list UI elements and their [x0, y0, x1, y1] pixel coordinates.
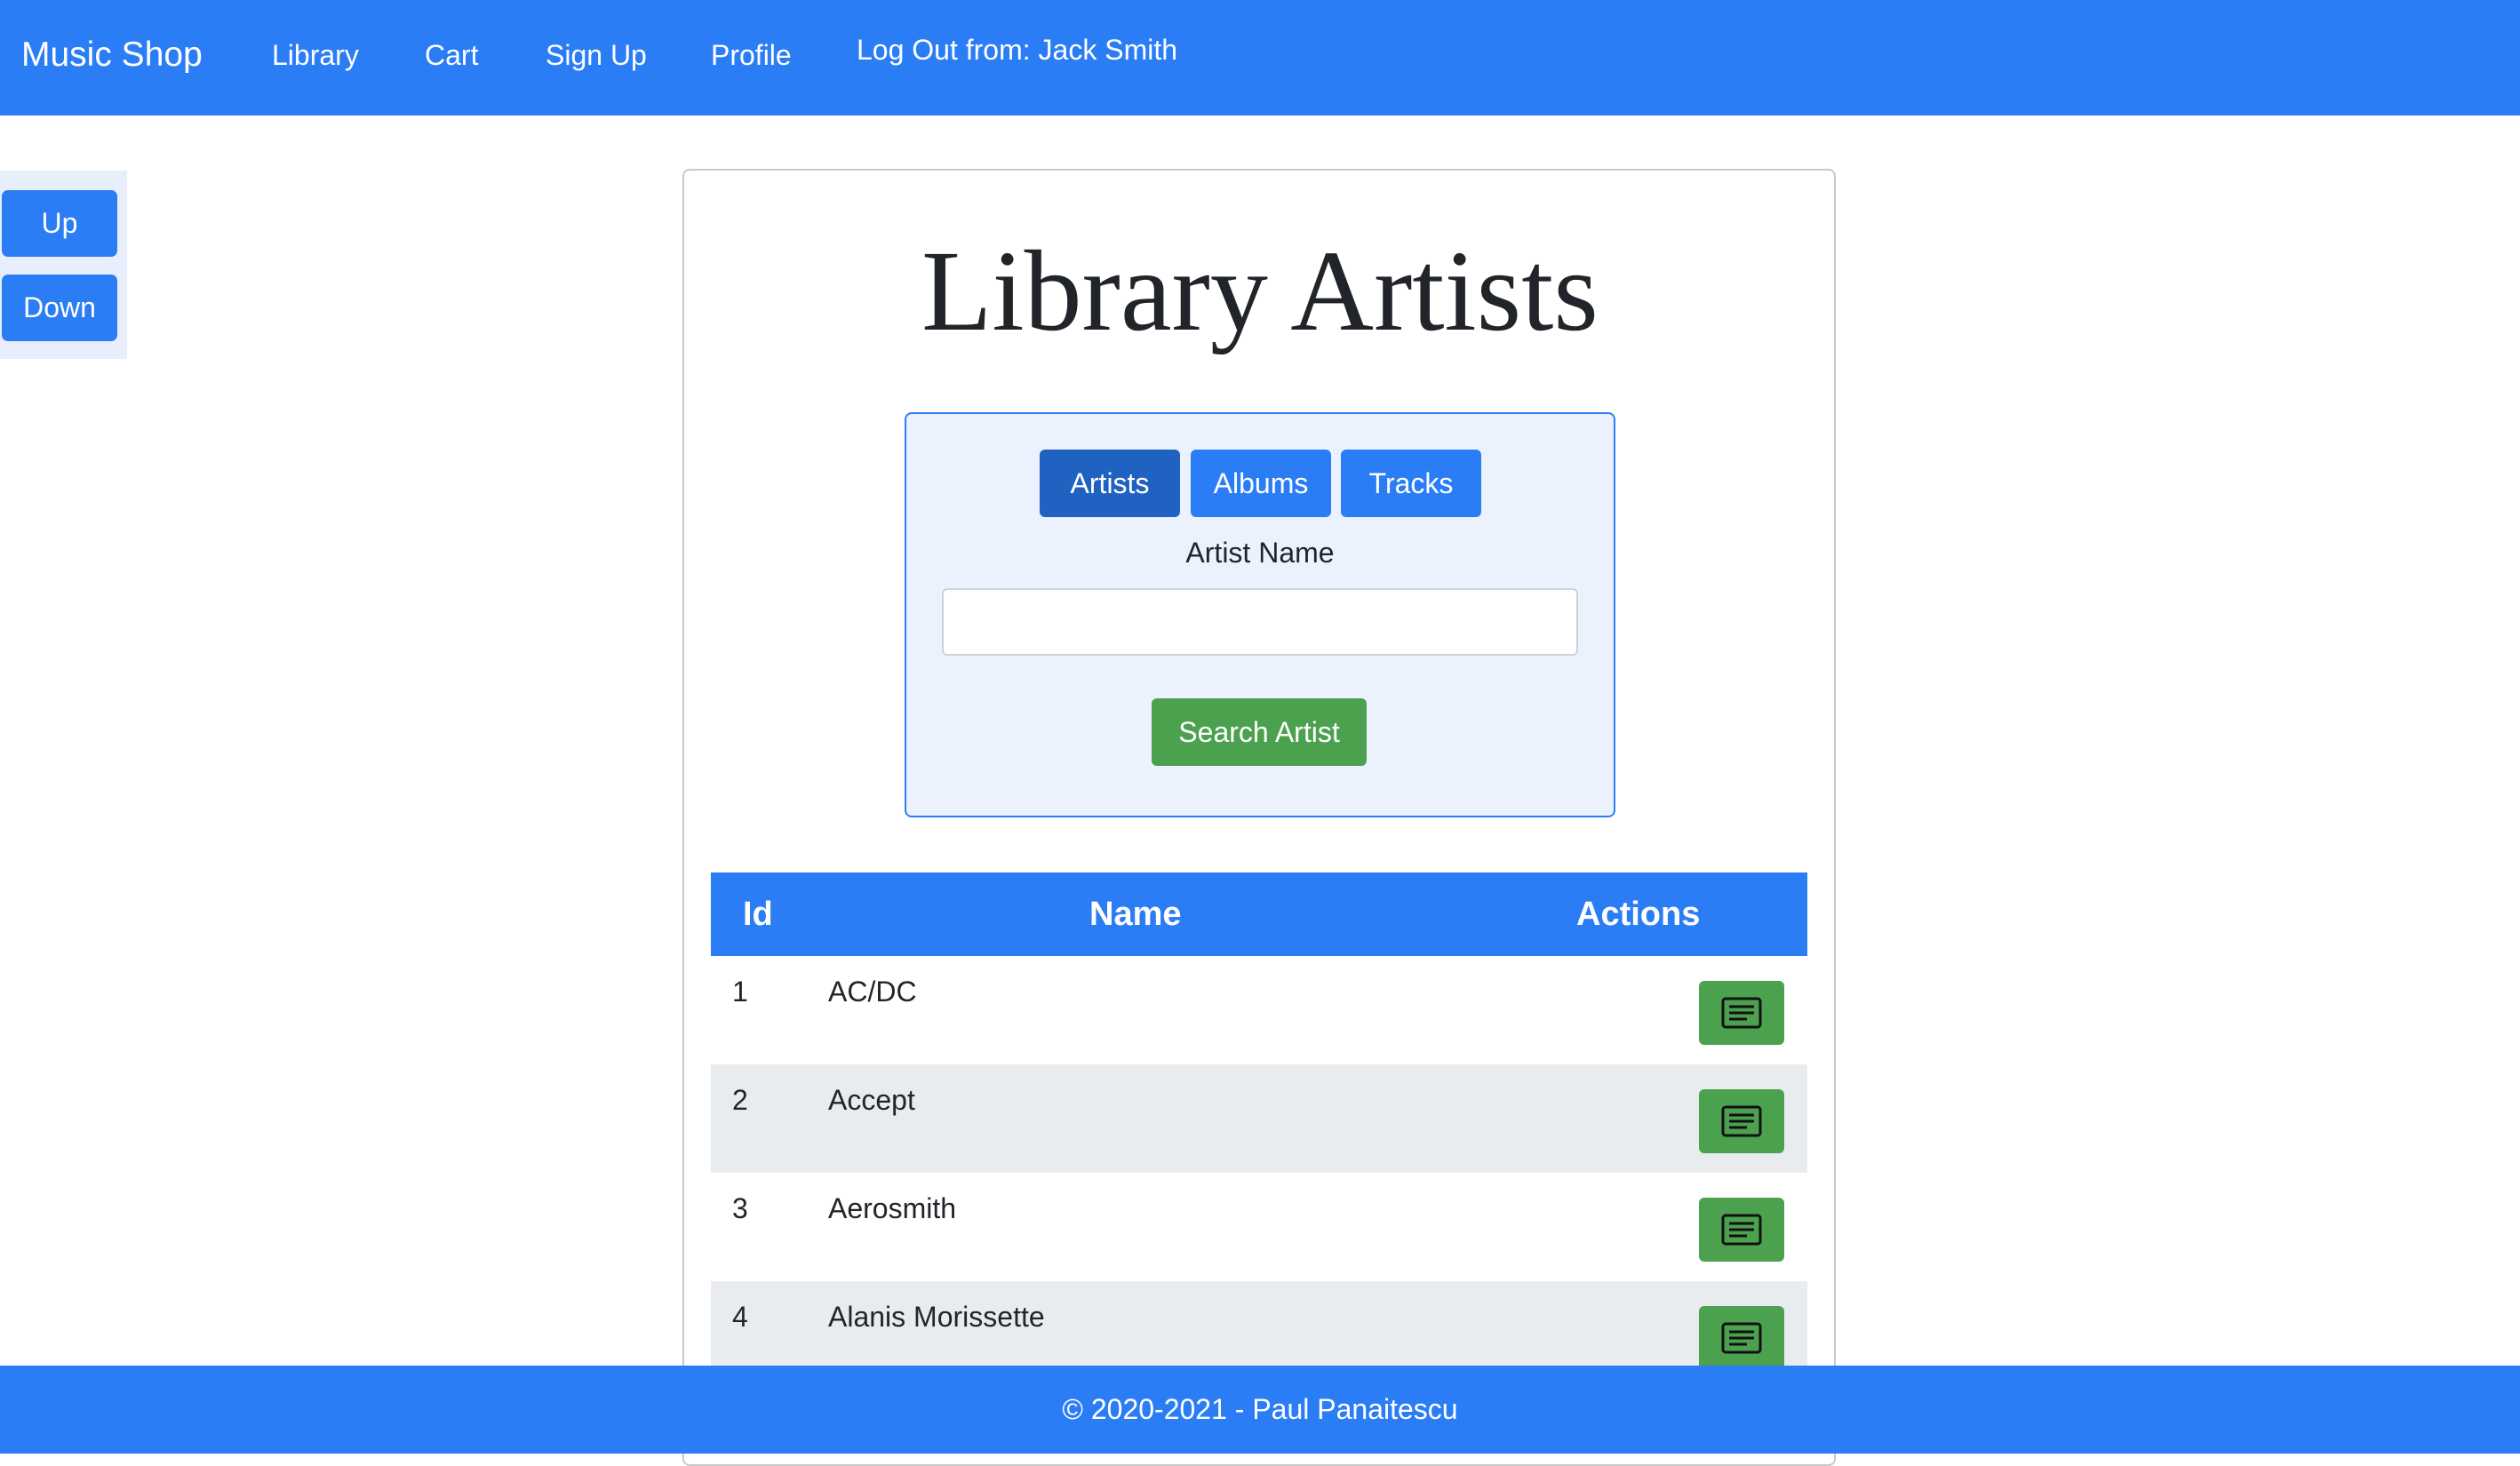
- tab-albums[interactable]: Albums: [1191, 450, 1331, 517]
- footer-copyright: © 2020-2021 - Paul Panaitescu: [1062, 1393, 1458, 1425]
- row-id: 2: [732, 1084, 748, 1116]
- tab-artists[interactable]: Artists: [1040, 450, 1180, 517]
- nav-link-library[interactable]: Library: [272, 36, 359, 75]
- list-details-icon: [1721, 1322, 1762, 1354]
- view-details-button[interactable]: [1699, 981, 1784, 1045]
- table-header: Id Name Actions: [711, 872, 1807, 956]
- row-name: AC/DC: [828, 976, 917, 1008]
- brand-link[interactable]: Music Shop: [21, 32, 203, 78]
- nav-link-sign-up[interactable]: Sign Up: [546, 36, 647, 75]
- row-id: 4: [732, 1301, 748, 1333]
- row-id: 1: [732, 976, 748, 1008]
- list-details-icon: [1721, 1105, 1762, 1137]
- table-row: 3 Aerosmith: [711, 1173, 1807, 1281]
- logout-link[interactable]: Log Out from: Jack Smith: [857, 30, 1177, 69]
- nav-link-cart[interactable]: Cart: [425, 36, 478, 75]
- footer: © 2020-2021 - Paul Panaitescu: [0, 1366, 2520, 1454]
- row-id: 3: [732, 1192, 748, 1224]
- nav-link-profile[interactable]: Profile: [711, 36, 792, 75]
- row-name: Alanis Morissette: [828, 1301, 1045, 1333]
- artist-name-label: Artist Name: [1185, 537, 1335, 569]
- view-details-button[interactable]: [1699, 1198, 1784, 1262]
- view-details-button[interactable]: [1699, 1306, 1784, 1370]
- row-name: Accept: [828, 1084, 915, 1116]
- view-details-button[interactable]: [1699, 1089, 1784, 1153]
- row-name: Aerosmith: [828, 1192, 957, 1224]
- column-header-actions: Actions: [1576, 896, 1701, 933]
- column-header-name: Name: [1089, 896, 1182, 933]
- list-details-icon: [1721, 997, 1762, 1029]
- column-header-id: Id: [743, 896, 773, 933]
- search-artist-button[interactable]: Search Artist: [1152, 698, 1367, 766]
- table-row: 1 AC/DC: [711, 956, 1807, 1064]
- tab-tracks[interactable]: Tracks: [1341, 450, 1481, 517]
- table-row: 2 Accept: [711, 1064, 1807, 1173]
- top-navbar: Music Shop Library Cart Sign Up Profile …: [0, 0, 2520, 116]
- page-title: Library Artists: [921, 227, 1599, 355]
- artist-name-input[interactable]: [942, 588, 1578, 656]
- list-details-icon: [1721, 1214, 1762, 1246]
